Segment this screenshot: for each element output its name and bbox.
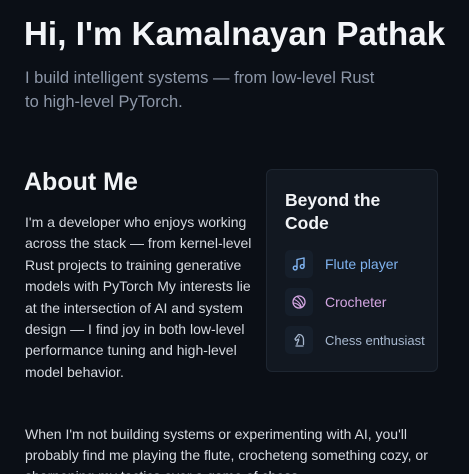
chess-knight-icon [285,326,313,354]
hero-subtitle: I build intelligent systems — from low-l… [25,69,375,111]
hobby-item-chess: Chess enthusiast [285,326,435,354]
beyond-the-code-card: Beyond the Code Flute player Crocheter C… [266,169,438,372]
hobby-label: Flute player [325,256,399,272]
about-heading: About Me [24,168,138,196]
about-paragraph: I'm a developer who enjoys working acros… [25,214,252,380]
yarn-ball-icon [285,288,313,316]
hobby-label: Crocheter [325,294,387,310]
hero-title: Hi, I'm Kamalnayan Pathak [24,15,446,52]
music-note-icon [285,250,313,278]
hobbies-paragraph: When I'm not building systems or experim… [25,426,428,474]
hobby-item-flute: Flute player [285,250,435,278]
hobby-label: Chess enthusiast [325,332,425,348]
hobby-item-crochet: Crocheter [285,288,435,316]
card-title: Beyond the Code [285,190,381,233]
